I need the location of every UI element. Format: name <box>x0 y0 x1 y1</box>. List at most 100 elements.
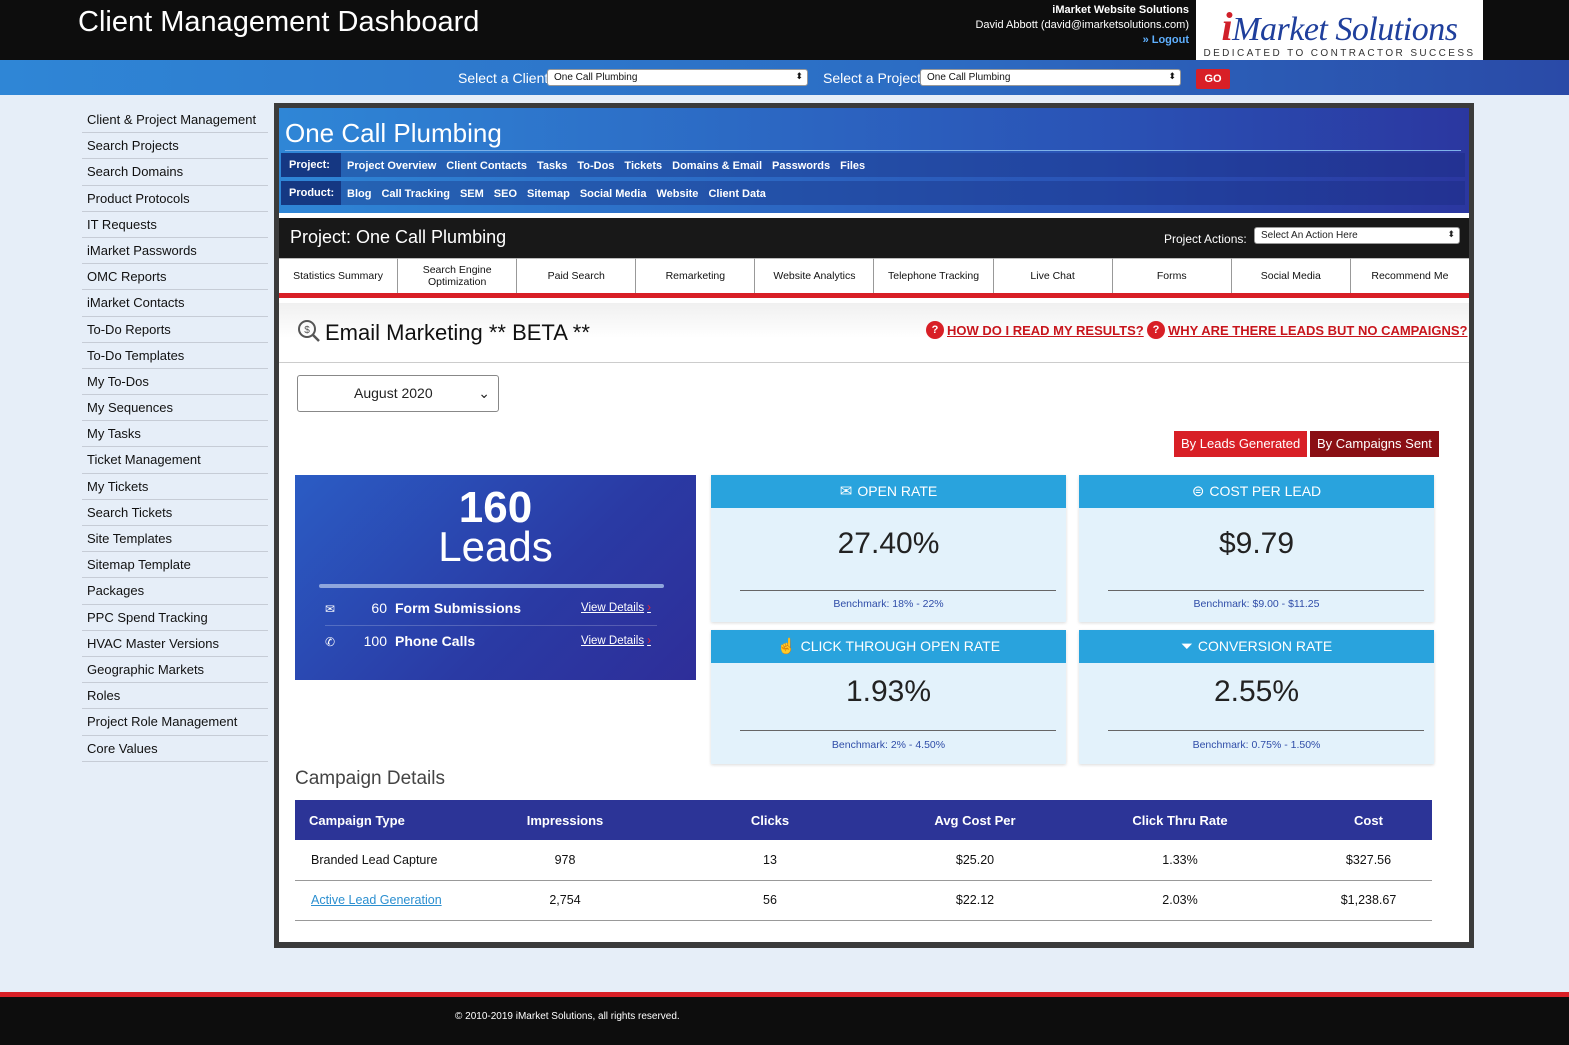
sidebar-item[interactable]: IT Requests <box>82 212 268 238</box>
sidebar-item[interactable]: Geographic Markets <box>82 657 268 684</box>
by-campaigns-sent-button[interactable]: By Campaigns Sent <box>1310 431 1439 457</box>
lead-type: Phone Calls <box>395 633 476 649</box>
help-icon: ? <box>926 321 944 339</box>
product-nav-link[interactable]: Sitemap <box>527 188 570 200</box>
logo-i: i <box>1221 4 1233 49</box>
chevron-down-icon: ⌄ <box>478 385 490 401</box>
sidebar-item[interactable]: iMarket Contacts <box>82 290 268 317</box>
sidebar-item[interactable]: PPC Spend Tracking <box>82 605 268 631</box>
sidebar-item[interactable]: Search Domains <box>82 159 268 186</box>
help-leads-no-campaigns-link[interactable]: WHY ARE THERE LEADS BUT NO CAMPAIGNS? <box>1168 323 1468 338</box>
lead-count: 100 <box>363 633 387 649</box>
report-tab[interactable]: Recommend Me <box>1350 258 1469 293</box>
sidebar-item[interactable]: OMC Reports <box>82 264 268 291</box>
divider <box>1108 590 1424 591</box>
report-tab[interactable]: Statistics Summary <box>279 258 399 293</box>
conversion-rate-card: ⏷ CONVERSION RATE 2.55% Benchmark: 0.75% … <box>1079 630 1434 764</box>
project-select[interactable]: One Call Plumbing ⬍ <box>920 69 1181 86</box>
search-dollar-icon: $ <box>298 320 320 342</box>
product-nav-link[interactable]: Call Tracking <box>381 188 449 200</box>
sidebar-item[interactable]: Core Values <box>82 736 268 762</box>
logo-tagline: DEDICATED TO CONTRACTOR SUCCESS <box>1203 48 1476 59</box>
sidebar-item[interactable]: Client & Project Management <box>82 107 268 134</box>
sidebar-item[interactable]: To-Do Templates <box>82 343 268 369</box>
leads-card: 160 Leads ✉ 60 Form Submissions View Det… <box>295 475 696 680</box>
campaign-details-title: Campaign Details <box>295 768 445 789</box>
col-click-thru-rate: Click Thru Rate <box>1055 800 1305 840</box>
sidebar-item[interactable]: Search Projects <box>82 133 268 160</box>
view-details-link[interactable]: View Details <box>581 635 651 647</box>
by-leads-generated-button[interactable]: By Leads Generated <box>1174 431 1308 457</box>
sidebar-item[interactable]: My Tickets <box>82 474 268 500</box>
view-details-link[interactable]: View Details <box>581 602 651 614</box>
report-tab[interactable]: Paid Search <box>517 258 637 293</box>
sidebar-item[interactable]: Sitemap Template <box>82 552 268 579</box>
product-nav-link[interactable]: Client Data <box>708 188 765 200</box>
report-tab[interactable]: Live Chat <box>993 258 1113 293</box>
client-select-label: Select a Client <box>458 70 549 86</box>
conversion-value: 2.55% <box>1213 675 1300 708</box>
month-select[interactable]: August 2020 ⌄ <box>297 375 499 412</box>
sidebar-item[interactable]: My Sequences <box>82 395 268 422</box>
project-nav-link[interactable]: Client Contacts <box>446 160 527 172</box>
product-nav-link[interactable]: Blog <box>347 188 371 200</box>
sidebar-item[interactable]: To-Do Reports <box>82 317 268 343</box>
report-tab[interactable]: Forms <box>1112 258 1232 293</box>
report-tab[interactable]: Remarketing <box>636 258 756 293</box>
product-nav-link[interactable]: SEO <box>494 188 517 200</box>
sidebar-item[interactable]: Roles <box>82 683 268 710</box>
product-nav-link[interactable]: Website <box>656 188 698 200</box>
sidebar-item[interactable]: Project Role Management <box>82 709 268 736</box>
product-nav-link[interactable]: SEM <box>460 188 484 200</box>
project-nav-link[interactable]: Passwords <box>772 160 830 172</box>
project-nav-link[interactable]: Domains & Email <box>672 160 762 172</box>
project-nav-link[interactable]: Files <box>840 160 865 172</box>
project-nav-link[interactable]: Tickets <box>624 160 662 172</box>
report-tab[interactable]: Social Media <box>1231 258 1351 293</box>
product-nav-link[interactable]: Social Media <box>580 188 647 200</box>
cell-clicks: 13 <box>645 840 895 881</box>
open-rate-value: 27.40% <box>837 527 940 560</box>
logout-link[interactable]: » Logout <box>975 33 1189 48</box>
report-tabs: Statistics Summary Search Engine Optimiza… <box>279 258 1469 298</box>
sidebar-item[interactable]: Search Tickets <box>82 500 268 526</box>
sidebar-item[interactable]: Site Templates <box>82 526 268 553</box>
table-row: Branded Lead Capture 978 13 $25.20 1.33%… <box>295 840 1432 881</box>
project-nav-link[interactable]: To-Dos <box>577 160 614 172</box>
lead-row-forms: ✉ 60 Form Submissions View Details <box>325 594 657 626</box>
sidebar-item[interactable]: iMarket Passwords <box>82 238 268 265</box>
selector-bar: Select a Client One Call Plumbing ⬍ Sele… <box>0 60 1569 95</box>
col-impressions: Impressions <box>485 800 645 840</box>
cell-impressions: 2,754 <box>485 880 645 921</box>
client-select[interactable]: One Call Plumbing ⬍ <box>547 69 808 86</box>
project-nav-link[interactable]: Tasks <box>537 160 567 172</box>
open-rate-title: OPEN RATE <box>857 483 938 499</box>
project-nav-links: Project Overview Client Contacts Tasks To-D… <box>347 153 875 177</box>
report-tab[interactable]: Website Analytics <box>755 258 875 293</box>
select-arrows-icon: ⬍ <box>1447 229 1455 239</box>
report-tab[interactable]: Search Engine Optimization <box>398 258 518 293</box>
product-nav: Product: Blog Call Tracking SEM SEO Sitemap S… <box>281 181 1465 205</box>
envelope-icon: ✉ <box>325 602 336 616</box>
sidebar-nav: Client & Project Management Search Projec… <box>82 107 268 762</box>
sidebar-item[interactable]: Packages <box>82 578 268 605</box>
project-nav-link[interactable]: Project Overview <box>347 160 436 172</box>
project-nav-label: Project: <box>281 153 341 177</box>
go-button[interactable]: GO <box>1196 69 1230 89</box>
client-select-value: One Call Plumbing <box>554 72 638 83</box>
sidebar-item[interactable]: HVAC Master Versions <box>82 631 268 657</box>
sidebar-item[interactable]: My Tasks <box>82 421 268 448</box>
help-read-results-link[interactable]: HOW DO I READ MY RESULTS? <box>947 323 1144 338</box>
project-select-value: One Call Plumbing <box>927 72 1011 83</box>
sidebar-item[interactable]: Ticket Management <box>82 447 268 474</box>
cell-avg-cost: $25.20 <box>895 840 1055 881</box>
report-tab[interactable]: Telephone Tracking <box>874 258 994 293</box>
sidebar-item[interactable]: My To-Dos <box>82 369 268 396</box>
cell-campaign-type-link[interactable]: Active Lead Generation <box>295 880 485 921</box>
project-actions-select[interactable]: Select An Action Here ⬍ <box>1254 227 1460 244</box>
sidebar-item[interactable]: Product Protocols <box>82 186 268 212</box>
divider <box>285 150 1461 151</box>
product-nav-label: Product: <box>281 181 341 205</box>
cell-click-thru-rate: 2.03% <box>1055 880 1305 921</box>
ctor-header: ☝ CLICK THROUGH OPEN RATE <box>711 630 1066 663</box>
